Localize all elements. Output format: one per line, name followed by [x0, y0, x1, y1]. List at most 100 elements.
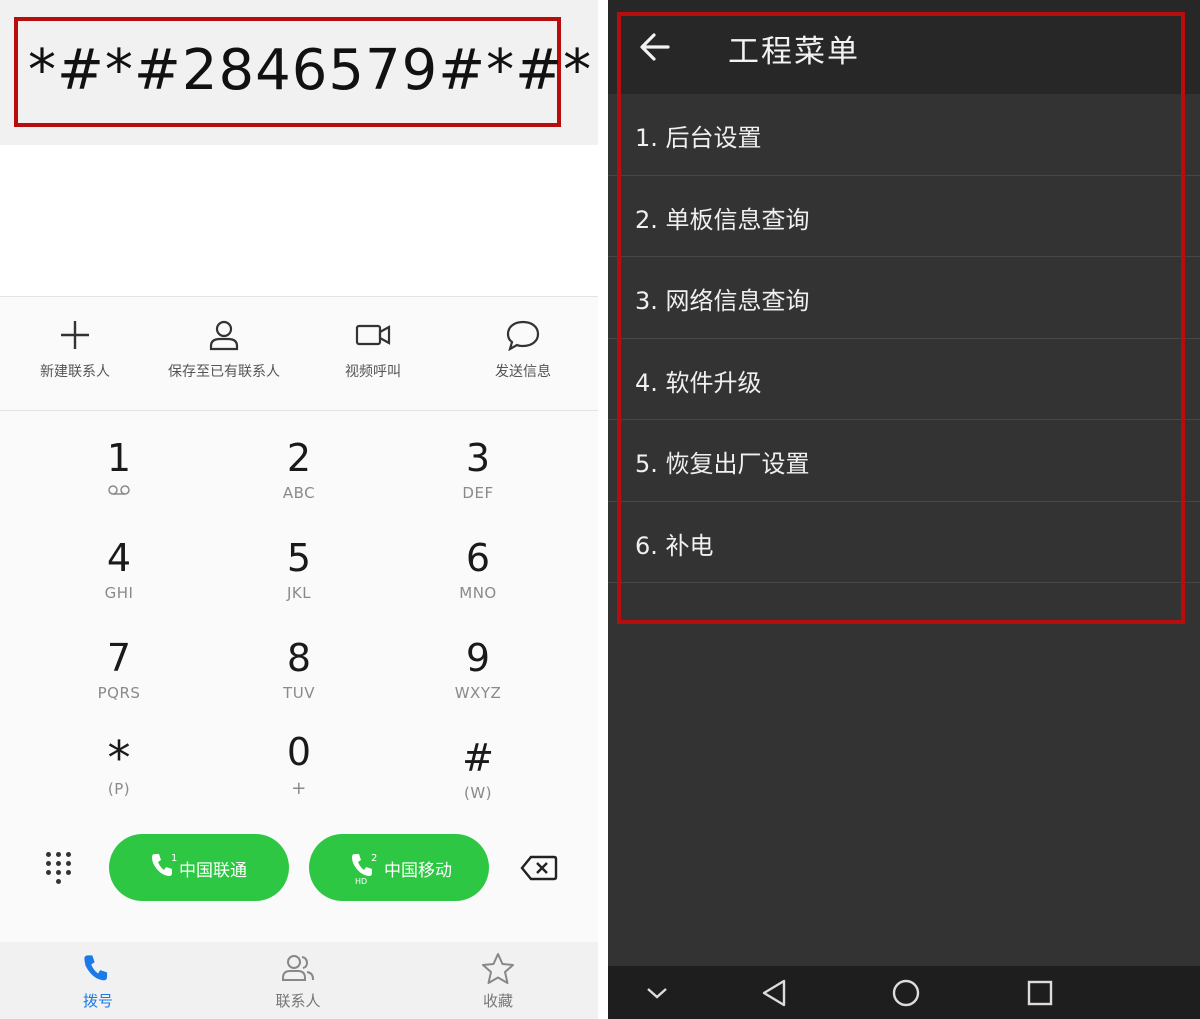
nav-label: 联系人	[275, 992, 321, 1010]
key-digit: 4	[106, 536, 132, 580]
key-3[interactable]: 3 DEF	[388, 412, 568, 512]
svg-text:2: 2	[371, 853, 377, 864]
nav-contacts-tab[interactable]: 联系人	[238, 952, 358, 1018]
nav-recents-button[interactable]	[1000, 966, 1080, 1019]
phone-icon	[84, 955, 108, 981]
send-message-button[interactable]: 发送信息	[448, 315, 598, 395]
key-letters: GHI	[104, 584, 134, 602]
call-bar: 1 中国联通 2 HD 中国移动	[0, 830, 598, 906]
phone-sim1-icon: 1	[152, 853, 177, 876]
person-icon	[209, 320, 239, 351]
key-letters: TUV	[283, 684, 315, 702]
key-star[interactable]: * (P)	[29, 712, 209, 812]
video-call-button[interactable]: 视频呼叫	[298, 315, 448, 395]
action-label: 新建联系人	[40, 364, 110, 380]
nav-collapse-button[interactable]	[617, 966, 697, 1019]
key-digit: 1	[106, 436, 132, 480]
key-digit: 8	[286, 636, 312, 680]
dialpad-toggle-icon[interactable]	[44, 850, 74, 886]
plus-icon	[61, 321, 89, 349]
engineering-menu-list: 1. 后台设置 2. 单板信息查询 3. 网络信息查询 4. 软件升级 5. 恢…	[608, 94, 1200, 583]
call-sim1-label: 中国联通	[179, 861, 247, 881]
key-8[interactable]: 8 TUV	[209, 612, 389, 712]
action-label: 保存至已有联系人	[168, 364, 280, 380]
key-5[interactable]: 5 JKL	[209, 512, 389, 612]
menu-item-label: 1. 后台设置	[635, 124, 762, 152]
key-letters: WXYZ	[454, 684, 502, 702]
svg-text:HD: HD	[355, 877, 367, 885]
key-digit: 2	[286, 436, 312, 480]
key-2[interactable]: 2 ABC	[209, 412, 389, 512]
panel-divider	[598, 0, 608, 1019]
nav-favorites-tab[interactable]: 收藏	[438, 952, 558, 1018]
menu-item-label: 4. 软件升级	[635, 368, 762, 397]
recents-square-icon	[1027, 980, 1053, 1005]
key-digit: 0	[286, 730, 312, 774]
call-sim2-label: 中国移动	[384, 861, 452, 881]
menu-item-label: 5. 恢复出厂设置	[635, 450, 810, 478]
menu-item-board-info[interactable]: 2. 单板信息查询	[608, 176, 1200, 257]
key-letters: +	[291, 778, 307, 799]
dialpad: 1 2 ABC 3 DEF 4 GHI 5 JKL 6 MNO 7 PQRS 8…	[0, 412, 598, 812]
action-label: 发送信息	[495, 364, 551, 380]
star-icon	[482, 953, 514, 984]
system-navigation-bar	[608, 966, 1200, 1019]
phone-sim2-hd-icon: 2 HD	[352, 853, 377, 885]
video-camera-icon	[355, 324, 391, 346]
key-digit: 9	[465, 636, 491, 680]
menu-item-network-info[interactable]: 3. 网络信息查询	[608, 257, 1200, 339]
key-digit: #	[462, 736, 494, 780]
key-4[interactable]: 4 GHI	[29, 512, 209, 612]
key-6[interactable]: 6 MNO	[388, 512, 568, 612]
engineering-menu-screen: 工程菜单 1. 后台设置 2. 单板信息查询 3. 网络信息查询 4. 软件升级…	[608, 0, 1200, 1019]
key-9[interactable]: 9 WXYZ	[388, 612, 568, 712]
dialed-number[interactable]: *#*#2846579#*#*	[28, 38, 592, 103]
nav-home-button[interactable]	[866, 966, 946, 1019]
key-1[interactable]: 1	[29, 412, 209, 512]
nav-label: 拨号	[82, 992, 113, 1010]
menu-item-label: 2. 单板信息查询	[635, 205, 810, 234]
key-digit: 6	[465, 536, 491, 580]
new-contact-button[interactable]: 新建联系人	[0, 315, 150, 395]
key-hash[interactable]: # (W)	[388, 712, 568, 812]
backspace-icon[interactable]	[520, 854, 558, 882]
key-digit: 3	[465, 436, 491, 480]
key-letters: JKL	[286, 584, 312, 602]
menu-item-label: 6. 补电	[635, 531, 714, 560]
key-digit: 5	[286, 536, 312, 580]
nav-dial-tab[interactable]: 拨号	[38, 952, 158, 1018]
action-label: 视频呼叫	[345, 364, 401, 380]
nav-label: 收藏	[482, 992, 513, 1010]
key-7[interactable]: 7 PQRS	[29, 612, 209, 712]
home-circle-icon	[892, 979, 920, 1006]
back-arrow-icon[interactable]	[638, 30, 672, 64]
dialer-screen: *#*#2846579#*#* 新建联系人 保存至已有联系人 视频呼叫 发送信息…	[0, 0, 598, 1019]
svg-text:1: 1	[171, 853, 177, 864]
back-triangle-icon	[762, 979, 786, 1006]
dialed-number-area: *#*#2846579#*#*	[0, 0, 598, 145]
call-sim1-button[interactable]: 1 中国联通	[109, 834, 289, 901]
chevron-down-icon	[647, 987, 667, 999]
menu-item-battery-recharge[interactable]: 6. 补电	[608, 502, 1200, 583]
menu-item-background-settings[interactable]: 1. 后台设置	[608, 94, 1200, 176]
contacts-icon	[282, 955, 314, 981]
key-letters: MNO	[459, 584, 497, 602]
message-bubble-icon	[506, 320, 540, 351]
voicemail-icon	[29, 484, 209, 496]
menu-item-factory-reset[interactable]: 5. 恢复出厂设置	[608, 420, 1200, 502]
menu-item-label: 3. 网络信息查询	[635, 287, 810, 315]
key-letters: ABC	[282, 484, 316, 502]
key-0[interactable]: 0 +	[209, 712, 389, 812]
bottom-navigation: 拨号 联系人 收藏	[0, 942, 598, 1019]
key-letters: DEF	[462, 484, 494, 502]
key-digit: 7	[106, 636, 132, 680]
suggestions-area	[0, 145, 598, 296]
call-sim2-button[interactable]: 2 HD 中国移动	[309, 834, 489, 901]
menu-item-software-upgrade[interactable]: 4. 软件升级	[608, 339, 1200, 420]
key-letters: (W)	[463, 784, 493, 802]
nav-back-button[interactable]	[734, 966, 814, 1019]
dialer-actions: 新建联系人 保存至已有联系人 视频呼叫 发送信息	[0, 296, 598, 411]
key-digit: *	[107, 731, 131, 785]
save-to-existing-contact-button[interactable]: 保存至已有联系人	[149, 315, 299, 395]
key-letters: (P)	[107, 780, 131, 798]
